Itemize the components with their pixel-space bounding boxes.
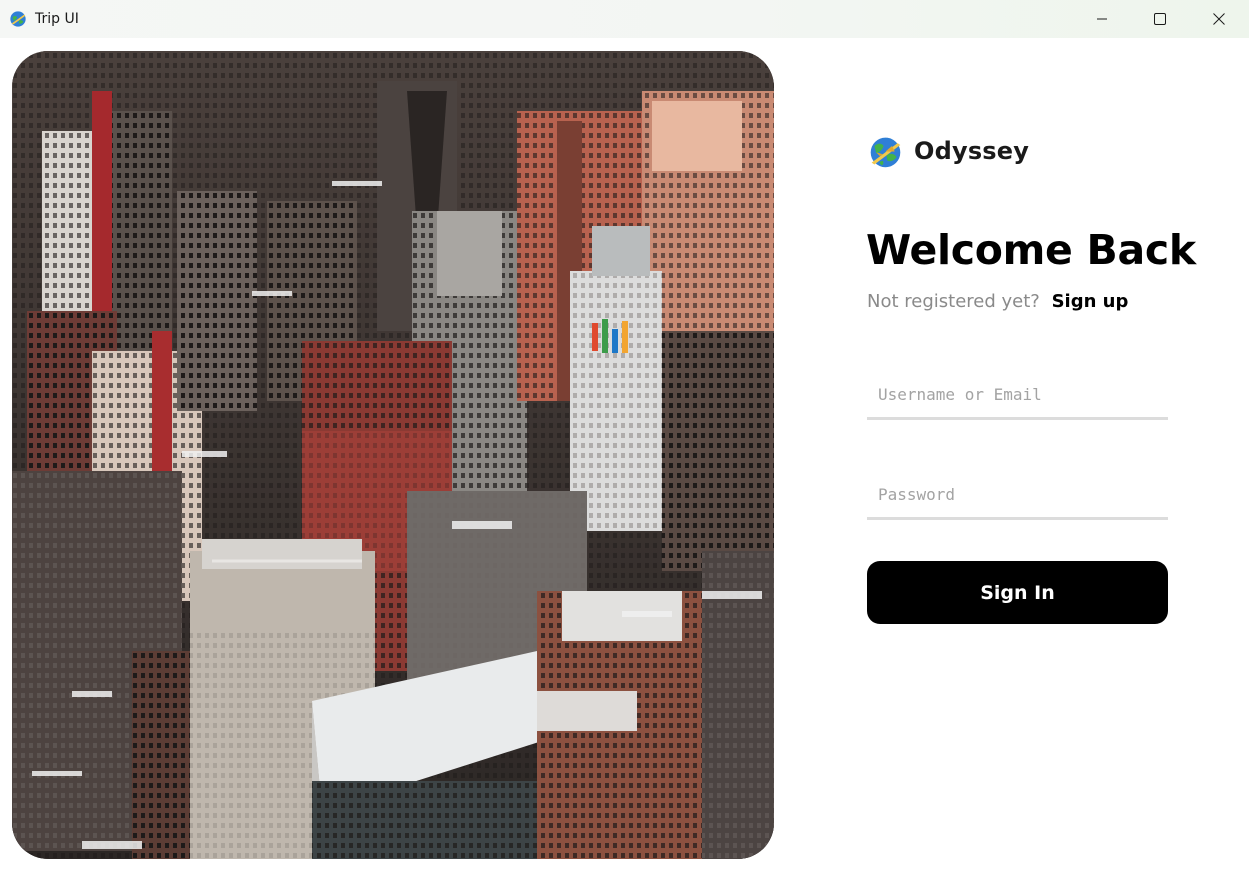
signup-prompt: Not registered yet? Sign up xyxy=(867,291,1128,312)
sign-in-button[interactable]: Sign In xyxy=(867,561,1168,624)
brand-logo: Odyssey xyxy=(867,132,1029,170)
maximize-icon xyxy=(1154,13,1166,25)
signup-prompt-text: Not registered yet? xyxy=(867,291,1040,312)
minimize-button[interactable] xyxy=(1073,0,1131,38)
globe-airplane-icon xyxy=(870,137,901,167)
brand-name: Odyssey xyxy=(914,137,1030,165)
city-skyline-image xyxy=(12,51,774,859)
app-globe-icon xyxy=(10,11,26,27)
close-icon xyxy=(1213,13,1225,25)
signup-link[interactable]: Sign up xyxy=(1052,291,1129,312)
window-titlebar[interactable]: Trip UI xyxy=(0,0,1249,38)
username-input[interactable] xyxy=(867,372,1168,420)
window-title: Trip UI xyxy=(35,11,79,27)
close-button[interactable] xyxy=(1190,0,1248,38)
minimize-icon xyxy=(1097,18,1107,20)
maximize-button[interactable] xyxy=(1131,0,1189,38)
password-input[interactable] xyxy=(867,472,1168,520)
page-title: Welcome Back xyxy=(866,226,1196,274)
